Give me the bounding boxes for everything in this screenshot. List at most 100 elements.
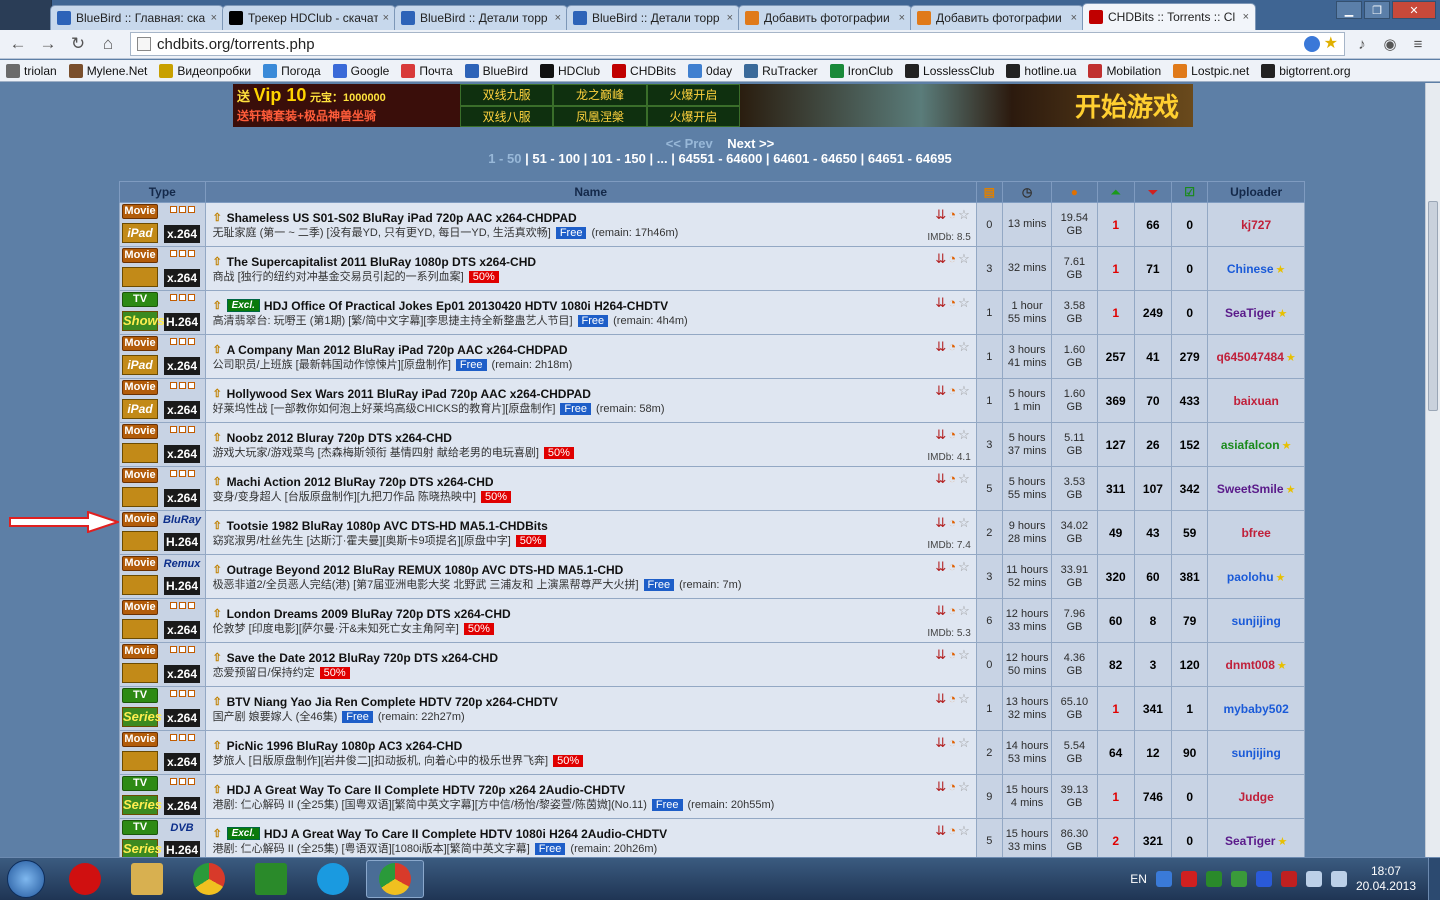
download-icon[interactable]: ⇊ — [935, 735, 946, 751]
completed-cell[interactable]: 0 — [1171, 774, 1209, 819]
bookmark-star-icon[interactable]: ☆ — [958, 515, 970, 531]
bookmark-star-icon[interactable]: ☆ — [958, 339, 970, 355]
completed-cell[interactable]: 0 — [1171, 818, 1209, 857]
torrent-title-link[interactable]: London Dreams 2009 BluRay 720p DTS x264-… — [227, 606, 511, 622]
leechers-cell[interactable]: 3 — [1133, 642, 1173, 687]
seeders-cell[interactable]: 64 — [1096, 730, 1135, 775]
bookmark-item[interactable]: Погода — [263, 63, 321, 78]
type-badge[interactable]: Movie x.264 — [120, 467, 204, 510]
uploader-link[interactable]: asiafalcon — [1221, 438, 1280, 452]
completed-cell[interactable]: 120 — [1171, 642, 1209, 687]
bookmark-star-icon[interactable]: ☆ — [958, 295, 970, 311]
completed-cell[interactable]: 0 — [1171, 202, 1209, 247]
col-leechers[interactable]: ⏷ — [1133, 181, 1173, 203]
download-icon[interactable]: ⇊ — [935, 471, 946, 487]
bookmark-item[interactable]: BlueBird — [464, 63, 528, 78]
globe-extension-icon[interactable]: ◉ — [1379, 33, 1401, 55]
comments-count[interactable]: 0 — [975, 202, 1003, 247]
tab-close-icon[interactable]: × — [555, 12, 561, 24]
type-cell[interactable]: TV Series x.264 — [119, 774, 206, 819]
uploader-link[interactable]: SeaTiger — [1225, 306, 1275, 320]
minimize-button[interactable]: ▁ — [1336, 1, 1362, 19]
download-icon[interactable]: ⇊ — [935, 251, 946, 267]
bookmark-star-icon[interactable]: ☆ — [958, 735, 970, 751]
comments-count[interactable]: 2 — [975, 510, 1003, 555]
bookmark-item[interactable]: RuTracker — [744, 63, 818, 78]
tray-volume-icon[interactable] — [1330, 871, 1347, 887]
explorer-taskbar-icon[interactable] — [118, 860, 176, 898]
seeders-cell[interactable]: 2 — [1096, 818, 1135, 857]
comments-count[interactable]: 5 — [975, 466, 1003, 511]
uploader-link[interactable]: bfree — [1241, 526, 1270, 540]
download-icon[interactable]: ⇊ — [935, 779, 946, 795]
tab-close-icon[interactable]: × — [383, 12, 389, 24]
leechers-cell[interactable]: 746 — [1133, 774, 1173, 819]
torrent-title-link[interactable]: Shameless US S01-S02 BluRay iPad 720p AA… — [227, 210, 577, 226]
col-name[interactable]: Name — [204, 181, 977, 203]
type-badge[interactable]: TV Series x.264 — [120, 775, 204, 818]
download-icon[interactable]: ⇊ — [935, 383, 946, 399]
bookmark-star-icon[interactable]: ☆ — [958, 559, 970, 575]
page-link[interactable]: 1 - 50 — [488, 151, 521, 166]
tab-close-icon[interactable]: × — [1071, 12, 1077, 24]
maximize-button[interactable]: ❐ — [1364, 1, 1390, 19]
tray-antivirus-icon[interactable] — [1180, 871, 1197, 887]
home-button[interactable]: ⌂ — [96, 32, 120, 56]
rss-icon[interactable]: ◔ — [948, 339, 956, 355]
type-cell[interactable]: Movie x.264 — [119, 598, 206, 643]
tab-close-icon[interactable]: × — [1243, 11, 1249, 23]
torrent-title-link[interactable]: A Company Man 2012 BluRay iPad 720p AAC … — [227, 342, 568, 358]
rss-icon[interactable]: ◔ — [948, 779, 956, 795]
rss-icon[interactable]: ◔ — [948, 207, 956, 223]
comments-count[interactable]: 2 — [975, 730, 1003, 775]
torrent-title-link[interactable]: HDJ A Great Way To Care II Complete HDTV… — [227, 782, 626, 798]
completed-cell[interactable]: 1 — [1171, 686, 1209, 731]
download-icon[interactable]: ⇊ — [935, 427, 946, 443]
leechers-cell[interactable]: 60 — [1133, 554, 1173, 599]
bookmark-star-icon[interactable]: ☆ — [958, 251, 970, 267]
seeders-cell[interactable]: 1 — [1096, 774, 1135, 819]
uploader-link[interactable]: sunjijing — [1231, 746, 1280, 760]
seeders-cell[interactable]: 369 — [1096, 378, 1135, 423]
torrent-title-link[interactable]: HDJ A Great Way To Care II Complete HDTV… — [264, 826, 667, 842]
type-cell[interactable]: Movie iPad x.264 — [119, 378, 206, 423]
audio-extension-icon[interactable]: ♪ — [1351, 33, 1373, 55]
uploader-link[interactable]: SeaTiger — [1225, 834, 1275, 848]
type-badge[interactable]: Movie x.264 — [120, 643, 204, 686]
download-icon[interactable]: ⇊ — [935, 603, 946, 619]
col-completed[interactable]: ☑ — [1171, 181, 1209, 203]
browser-tab[interactable]: CHDBits :: Torrents :: Cl × — [1082, 3, 1256, 30]
uploader-link[interactable]: mybaby502 — [1223, 702, 1288, 716]
download-icon[interactable]: ⇊ — [935, 559, 946, 575]
bookmark-item[interactable]: LosslessClub — [905, 63, 994, 78]
bookmark-star-icon[interactable]: ★ — [1324, 36, 1338, 52]
type-cell[interactable]: Movie Remux H.264 — [119, 554, 206, 599]
tab-close-icon[interactable]: × — [899, 12, 905, 24]
prev-page-link[interactable]: << Prev — [666, 136, 713, 151]
completed-cell[interactable]: 433 — [1171, 378, 1209, 423]
completed-cell[interactable]: 279 — [1171, 334, 1209, 379]
browser-tab[interactable]: BlueBird :: Детали торр × — [566, 5, 740, 30]
download-icon[interactable]: ⇊ — [935, 823, 946, 839]
completed-cell[interactable]: 79 — [1171, 598, 1209, 643]
type-cell[interactable]: Movie x.264 — [119, 730, 206, 775]
bookmark-item[interactable]: triolan — [6, 63, 57, 78]
bookmark-item[interactable]: hotline.ua — [1006, 63, 1076, 78]
comments-count[interactable]: 9 — [975, 774, 1003, 819]
rss-icon[interactable]: ◔ — [948, 647, 956, 663]
torrent-title-link[interactable]: Noobz 2012 Bluray 720p DTS x264-CHD — [227, 430, 452, 446]
reload-button[interactable]: ↻ — [66, 32, 90, 56]
rss-icon[interactable]: ◔ — [948, 295, 956, 311]
skype-taskbar-icon[interactable] — [304, 860, 362, 898]
browser-tab[interactable]: Трекер HDClub - скачать × — [222, 5, 396, 30]
comments-count[interactable]: 1 — [975, 290, 1003, 335]
type-badge[interactable]: Movie Remux H.264 — [120, 555, 204, 598]
type-cell[interactable]: TV Shows H.264 — [119, 290, 206, 335]
rss-icon[interactable]: ◔ — [948, 691, 956, 707]
leechers-cell[interactable]: 8 — [1133, 598, 1173, 643]
col-seeders[interactable]: ⏶ — [1096, 181, 1135, 203]
comments-count[interactable]: 3 — [975, 246, 1003, 291]
completed-cell[interactable]: 59 — [1171, 510, 1209, 555]
bookmark-star-icon[interactable]: ☆ — [958, 471, 970, 487]
address-bar[interactable]: chdbits.org/torrents.php ★ — [130, 32, 1345, 56]
